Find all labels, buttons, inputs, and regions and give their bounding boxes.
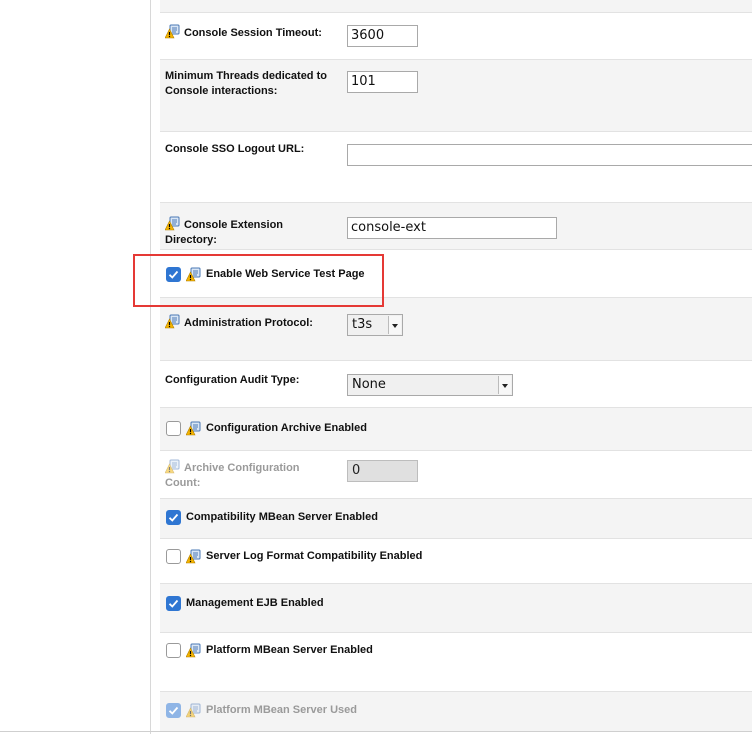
administration-protocol-select[interactable]: t3s (347, 314, 403, 336)
warning-info-icon (186, 703, 201, 718)
warning-info-icon (165, 314, 180, 329)
administration-protocol-value: t3s (352, 317, 373, 332)
compatibility-mbean-server-enabled-label: Compatibility MBean Server Enabled (186, 511, 378, 523)
console-extension-directory-label: Console Extension Directory: (165, 216, 315, 248)
chevron-down-icon[interactable] (498, 376, 511, 394)
management-ejb-enabled-checkbox[interactable] (166, 596, 181, 611)
platform-mbean-server-enabled-label: Platform MBean Server Enabled (206, 644, 373, 656)
management-ejb-enabled-label: Management EJB Enabled (186, 597, 324, 609)
content-divider (150, 0, 151, 734)
platform-mbean-server-used-label: Platform MBean Server Used (206, 704, 357, 716)
warning-info-icon (165, 216, 180, 231)
console-session-timeout-label: Console Session Timeout: (165, 24, 335, 41)
chevron-down-icon[interactable] (388, 316, 401, 334)
highlight-box (133, 254, 384, 307)
archive-configuration-count-input: 0 (347, 460, 418, 482)
platform-mbean-server-enabled-checkbox[interactable] (166, 643, 181, 658)
server-log-format-compatibility-enabled-checkbox[interactable] (166, 549, 181, 564)
warning-info-icon (186, 421, 201, 436)
configuration-audit-type-label: Configuration Audit Type: (165, 374, 300, 386)
configuration-archive-enabled-checkbox[interactable] (166, 421, 181, 436)
administration-protocol-label: Administration Protocol: (165, 314, 335, 331)
archive-configuration-count-label: Archive Configuration Count: (165, 459, 315, 491)
min-threads-label: Minimum Threads dedicated to Console int… (165, 70, 327, 97)
bottom-divider (0, 731, 752, 732)
console-session-timeout-input[interactable]: 3600 (347, 25, 418, 47)
warning-info-icon (165, 24, 180, 39)
min-threads-input[interactable]: 101 (347, 71, 418, 93)
configuration-audit-type-select[interactable]: None (347, 374, 513, 396)
warning-info-icon (165, 459, 180, 474)
server-log-format-compatibility-enabled-label: Server Log Format Compatibility Enabled (206, 550, 423, 562)
configuration-archive-enabled-label: Configuration Archive Enabled (206, 422, 367, 434)
console-extension-directory-input[interactable]: console-ext (347, 217, 557, 239)
console-sso-logout-url-label: Console SSO Logout URL: (165, 143, 305, 155)
configuration-audit-type-value: None (352, 377, 386, 392)
row-bg (160, 0, 752, 12)
platform-mbean-server-used-checkbox (166, 703, 181, 718)
row-bg (160, 632, 752, 692)
warning-info-icon (186, 643, 201, 658)
console-sso-logout-url-input[interactable] (347, 144, 752, 166)
warning-info-icon (186, 549, 201, 564)
compatibility-mbean-server-enabled-checkbox[interactable] (166, 510, 181, 525)
